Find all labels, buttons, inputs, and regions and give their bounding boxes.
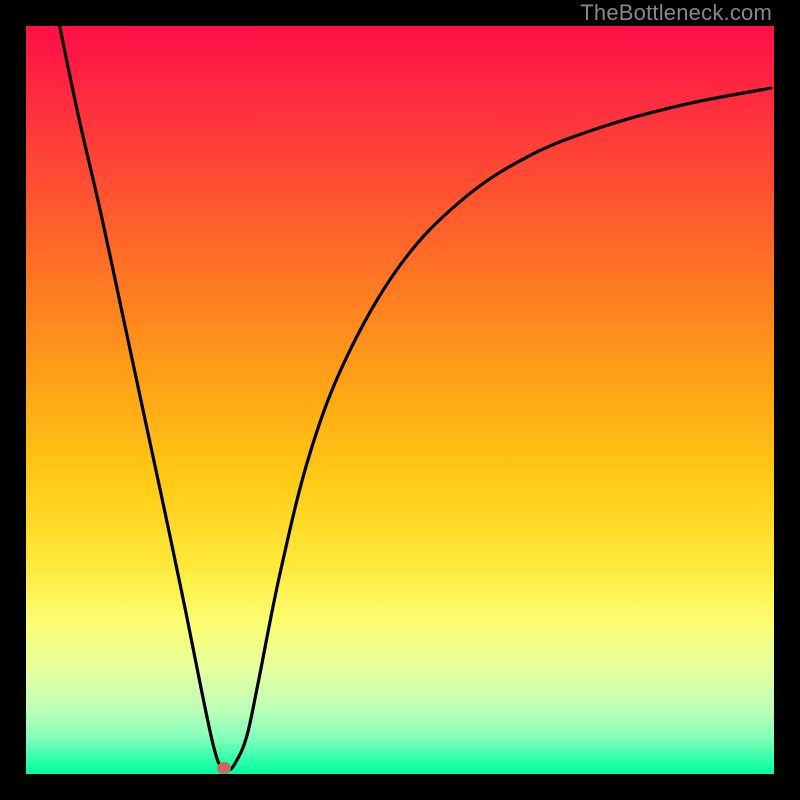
bottleneck-curve [26,26,774,774]
watermark-label: TheBottleneck.com [580,0,772,26]
chart-stage: TheBottleneck.com [0,0,800,800]
plot-area [26,26,774,774]
